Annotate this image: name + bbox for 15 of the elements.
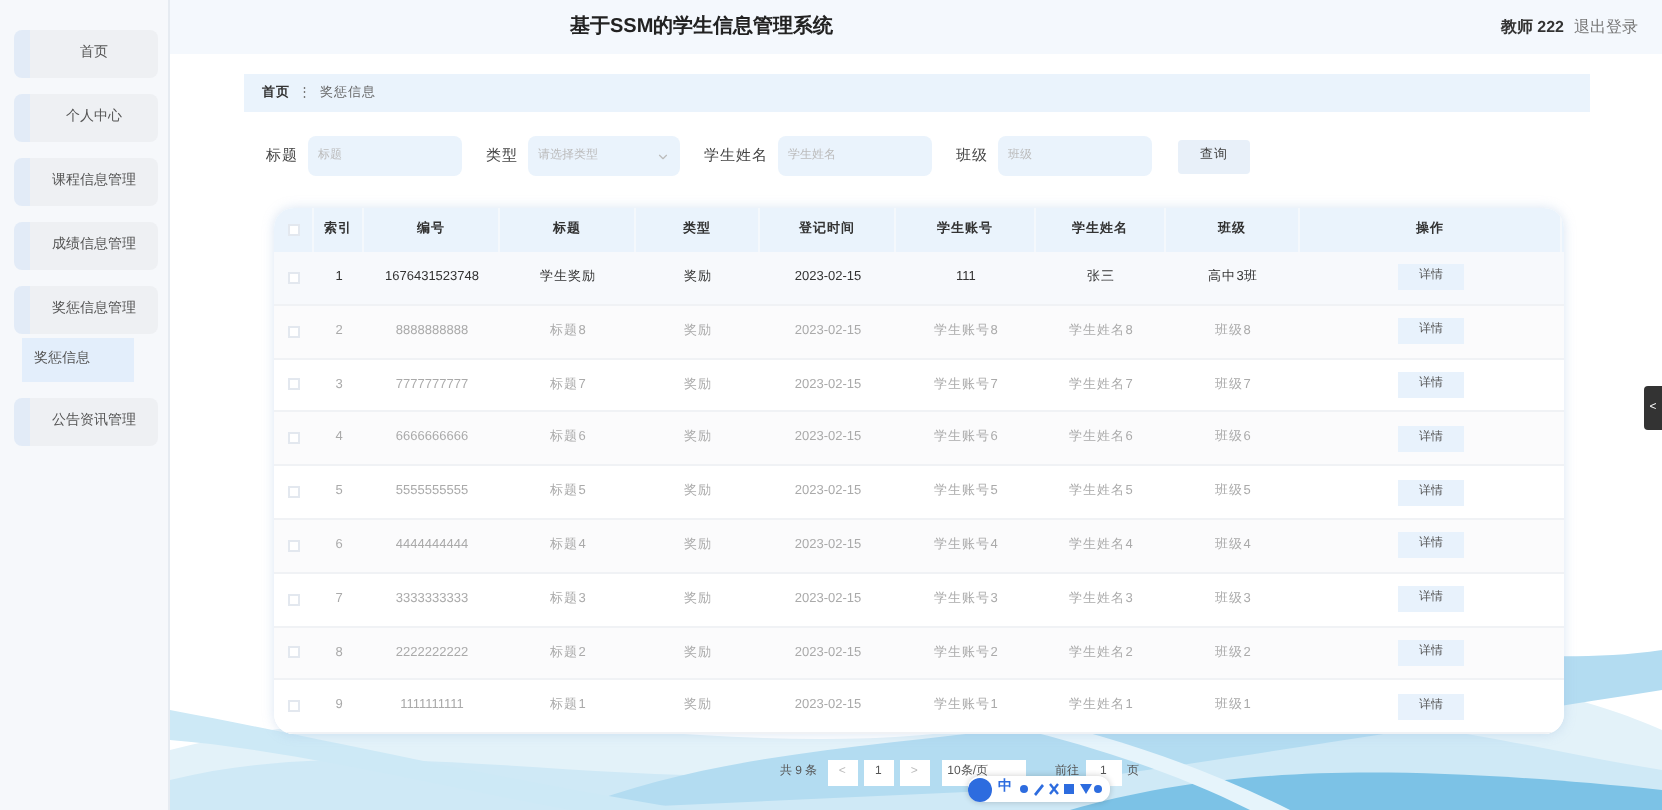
- chevron-down-icon: [656, 149, 670, 163]
- ime-logo-icon: [968, 777, 992, 801]
- row-checkbox[interactable]: [288, 593, 300, 606]
- user-label: 教师 222: [1500, 15, 1564, 39]
- select-all-checkbox[interactable]: [287, 224, 299, 236]
- row-checkbox[interactable]: [288, 646, 300, 659]
- row-checkbox[interactable]: [288, 432, 300, 445]
- row-checkbox[interactable]: [288, 271, 300, 284]
- row-checkbox[interactable]: [288, 378, 300, 391]
- row-checkbox[interactable]: [288, 486, 300, 499]
- row-checkbox[interactable]: [288, 700, 300, 713]
- logout-link[interactable]: 退出登录: [1574, 15, 1638, 39]
- app-title: 基于SSM的学生信息管理系统: [570, 13, 834, 42]
- row-checkbox[interactable]: [288, 539, 300, 552]
- row-checkbox[interactable]: [288, 325, 300, 338]
